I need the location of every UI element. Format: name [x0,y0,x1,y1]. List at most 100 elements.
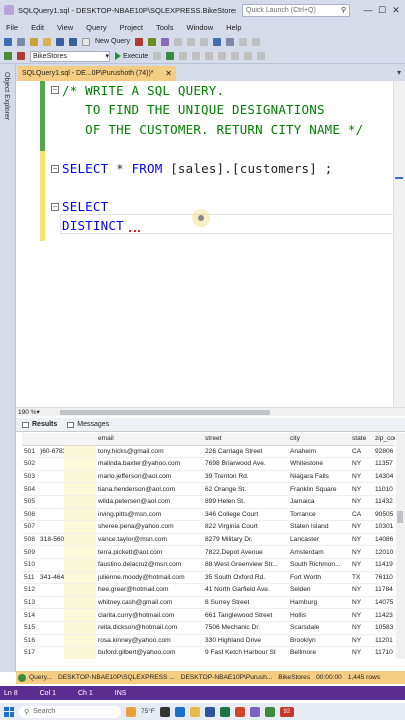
cell-city[interactable]: Selden [288,586,350,593]
cell-rownum[interactable]: 506 [22,511,40,518]
cell-highlight-column[interactable] [64,558,96,571]
cell-highlight-column[interactable] [64,533,96,546]
cell-street[interactable]: 330 Highland Drive [203,637,288,644]
grid-vertical-scrollbar[interactable] [396,433,405,659]
cell-city[interactable]: Brooklyn [288,637,350,644]
close-icon[interactable]: ✕ [165,69,172,78]
cell-zip[interactable]: 11432 [373,498,395,505]
cell-rownum[interactable]: 516 [22,637,40,644]
cell-highlight-column[interactable] [64,445,96,458]
cell-email[interactable]: faustino.delacruz@msn.com [96,561,203,568]
cell-rownum[interactable]: 512 [22,586,40,593]
cell-email[interactable]: whitney.cash@gmail.com [96,599,203,606]
cell-highlight-column[interactable] [64,647,96,659]
cell-highlight-column[interactable] [64,508,96,521]
cell-street[interactable]: 39 Trenton Rd. [203,473,288,480]
tab-messages[interactable]: Messages [67,421,109,428]
results-to-grid-icon[interactable] [205,52,214,60]
chevron-down-icon[interactable]: ▾ [36,408,39,416]
table-row[interactable]: 503 marlo.jefferson@aol.com 39 Trenton Rd.… [22,470,395,484]
cell-state[interactable]: NY [350,473,373,480]
cell-highlight-column[interactable] [64,634,96,647]
save-all-icon[interactable] [69,37,77,46]
grid-scroll-thumb[interactable] [397,511,403,523]
cell-rownum[interactable]: 504 [22,486,40,493]
cell-state[interactable]: CA [350,511,373,518]
object-explorer-sidebar[interactable]: Object Explorer [0,64,16,672]
cell-highlight-column[interactable] [64,546,96,558]
cell-zip[interactable]: 10301 [373,523,395,530]
cell-highlight-column[interactable] [64,621,96,634]
cell-highlight-column[interactable] [64,609,96,621]
cell-highlight-column[interactable] [64,483,96,495]
tab-dropdown-icon[interactable]: ▾ [397,68,401,77]
header-street[interactable]: street [203,435,288,442]
table-row[interactable]: 515 reita.dickson@hotmail.com 7506 Mechani… [22,621,395,635]
minimize-button[interactable]: — [361,5,375,16]
cell-state[interactable]: NY [350,536,373,543]
task-view-icon[interactable] [159,706,170,717]
cell-email[interactable]: buford.gilbert@yahoo.com [96,649,203,656]
cell-zip[interactable]: 11419 [373,561,395,568]
cell-highlight-column[interactable] [64,495,96,508]
cell-street[interactable]: 7506 Mechanic Dr. [203,624,288,631]
menu-help[interactable]: Help [226,23,241,32]
table-row[interactable]: 516 rosa.kinney@yahoo.com 330 Highland Dri… [22,634,395,648]
new-query-button[interactable]: New Query [95,38,130,45]
cell-highlight-column[interactable] [64,584,96,596]
tab-sqlquery1[interactable]: SQLQuery1.sql - DE...0P\Purushoth (74))*… [18,66,176,81]
cell-state[interactable]: NY [350,523,373,530]
cell-phone[interactable]: 318-5607 [40,536,64,543]
cell-zip[interactable]: 14075 [373,599,395,606]
cell-email[interactable]: clarita.curry@hotmail.com [96,612,203,619]
undo-icon[interactable] [213,37,222,46]
table-row[interactable]: 510 faustino.delacruz@msn.com 88 West Gree… [22,558,395,572]
object-explorer-label[interactable]: Object Explorer [3,72,10,120]
table-row[interactable]: 514 clarita.curry@hotmail.com 661 Tanglewo… [22,609,395,622]
database-select[interactable]: BikeStores ▾ [30,50,110,62]
back-icon[interactable] [4,37,12,46]
table-row[interactable]: 504 tiana.henderson@aol.com 62 Orange St. F… [22,483,395,496]
table-row[interactable]: 501)60-6783 tony.hicks@gmail.com 226 Carri… [22,445,395,459]
cell-zip[interactable]: 11010 [373,486,395,493]
collapse-toggle[interactable]: − [51,86,59,94]
editor-vertical-scrollbar[interactable] [393,81,405,407]
new-query-icon[interactable] [82,37,90,46]
new-project-icon[interactable] [30,37,38,46]
cell-email[interactable]: tiana.henderson@aol.com [96,486,203,493]
paste-icon[interactable] [200,37,209,46]
tab-results[interactable]: Results [22,421,57,428]
cell-street[interactable]: 62 Orange St. [203,486,288,493]
cell-state[interactable]: NY [350,637,373,644]
cell-zip[interactable]: 10583 [373,624,395,631]
cell-state[interactable]: NY [350,486,373,493]
cell-city[interactable]: Jamaica [288,498,350,505]
table-row[interactable]: 509 terra.pickett@aol.com 7822.Depot Avenu… [22,546,395,559]
cell-phone[interactable]: )60-6783 [40,448,64,455]
cell-rownum[interactable]: 514 [22,612,40,619]
cut-icon[interactable] [174,37,183,46]
table-row[interactable]: 512 hee.greer@hotmail.com 41 North Garfiel… [22,584,395,597]
cell-rownum[interactable]: 502 [22,460,40,467]
cell-state[interactable]: TX [350,574,373,581]
database-query-icon[interactable] [135,37,144,46]
cell-zip[interactable]: 11710 [373,649,395,656]
cell-zip[interactable]: 76110 [373,574,395,581]
cell-state[interactable]: NY [350,561,373,568]
file-explorer-icon[interactable] [189,706,200,717]
cell-city[interactable]: Whitestone [288,460,350,467]
disconnect-icon[interactable] [17,52,25,60]
cell-zip[interactable]: 11357 [373,460,395,467]
uncomment-icon[interactable] [244,52,253,60]
zoom-level-select[interactable]: 190 % [18,409,36,416]
menu-edit[interactable]: Edit [31,23,44,32]
header-state[interactable]: state [350,435,373,442]
comment-icon[interactable] [231,52,240,60]
cell-rownum[interactable]: 511 [22,574,40,581]
cell-zip[interactable]: 11784 [373,586,395,593]
cell-zip[interactable]: 92806 [373,448,395,455]
excel-icon[interactable] [219,706,230,717]
cell-rownum[interactable]: 513 [22,599,40,606]
cell-email[interactable]: irving.pitts@msn.com [96,511,203,518]
open-file-icon[interactable] [43,37,51,46]
